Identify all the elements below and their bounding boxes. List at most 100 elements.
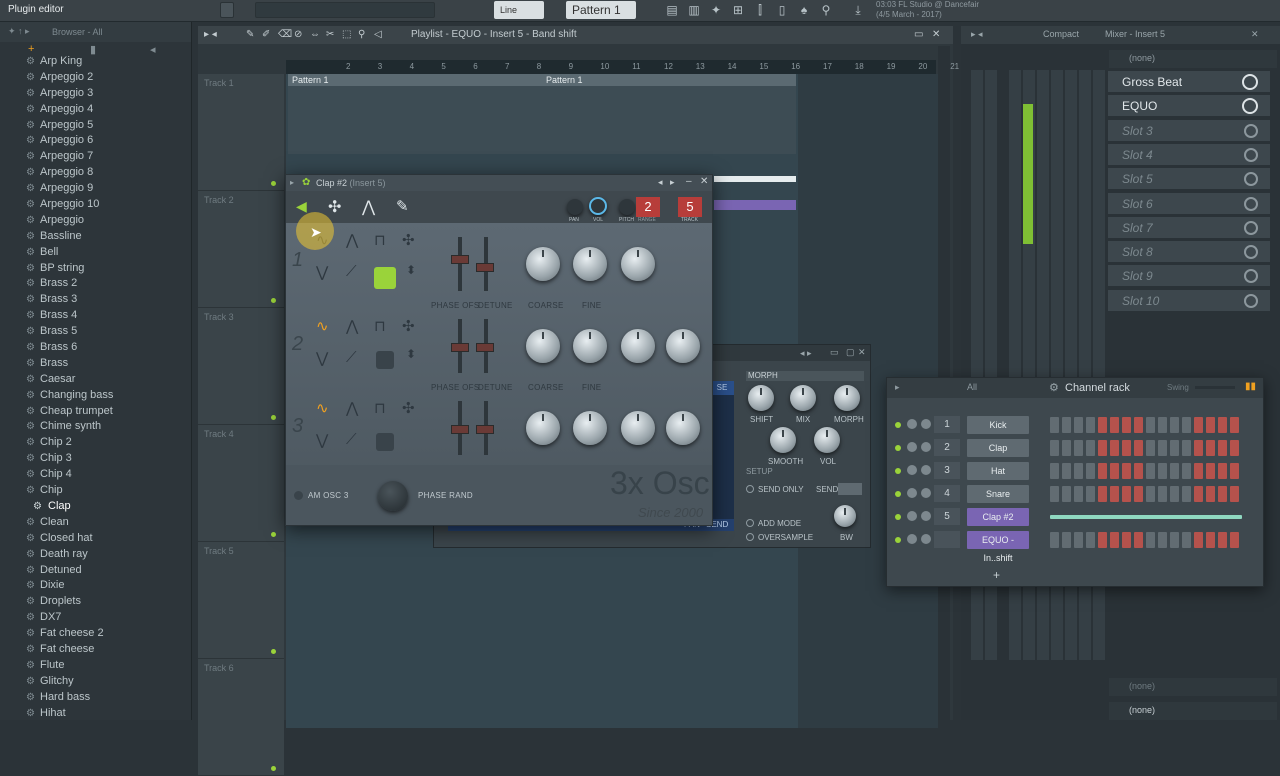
osc1-stepper-icon[interactable]: ⬍	[406, 263, 416, 277]
channel-mixer-track[interactable]: 1	[934, 416, 960, 433]
mixer-fx-slot[interactable]: Slot 9	[1108, 265, 1270, 288]
send-field[interactable]	[838, 483, 862, 495]
plugin-midi-icon[interactable]: ✣	[328, 197, 341, 217]
step-button[interactable]	[1146, 532, 1155, 548]
step-button[interactable]	[1218, 532, 1227, 548]
browser-item[interactable]: ⚙ Brass 5	[0, 324, 191, 340]
rsaw-wave-icon[interactable]: ⟋	[346, 263, 357, 280]
osc3-fine-knob[interactable]	[573, 411, 607, 445]
channel-row[interactable]: EQUO - In..shift	[887, 529, 1263, 563]
fx-slot-mix-knob[interactable]	[1244, 269, 1258, 284]
osc1-phase-handle[interactable]	[451, 255, 469, 264]
browser-nav-icon[interactable]: ✦ ↑ ▸	[8, 26, 30, 37]
add-channel-button[interactable]: +	[993, 568, 1000, 582]
browser-item[interactable]: ⚙ Clap	[0, 499, 191, 515]
step-button[interactable]	[1230, 532, 1239, 548]
step-button[interactable]	[1050, 532, 1059, 548]
step-button[interactable]	[1062, 463, 1071, 479]
step-button[interactable]	[1146, 463, 1155, 479]
step-button[interactable]	[1170, 463, 1179, 479]
rack-step-icon[interactable]: ▮▮	[1245, 381, 1256, 392]
step-button[interactable]	[1194, 463, 1203, 479]
osc2-pan-knob[interactable]	[621, 329, 655, 363]
fx-slot-mix-knob[interactable]	[1244, 245, 1258, 260]
osc2-stepper-icon[interactable]: ⬍	[406, 347, 416, 361]
plugin-close-icon[interactable]: ✕	[700, 176, 708, 187]
equo-minimize-icon[interactable]: ▭	[830, 347, 839, 358]
step-button[interactable]	[1134, 417, 1143, 433]
slip-tool-icon[interactable]: ⇔	[310, 29, 320, 40]
swing-slider[interactable]	[1195, 386, 1235, 389]
mixer-fx-slot[interactable]: Slot 5	[1108, 168, 1270, 191]
step-button[interactable]	[1074, 463, 1083, 479]
browser-item[interactable]: ⚙ Glitchy	[0, 674, 191, 690]
step-button[interactable]	[1194, 417, 1203, 433]
osc2-detune-handle[interactable]	[476, 343, 494, 352]
piano-roll-icon[interactable]: ▥	[686, 2, 702, 18]
browser-item[interactable]: ⚙ Chip	[0, 483, 191, 499]
pattern-select[interactable]: Pattern 1	[566, 1, 636, 19]
browser-item[interactable]: ⚙ Caesar	[0, 372, 191, 388]
step-button[interactable]	[1158, 417, 1167, 433]
browser-item[interactable]: ⚙ Closed hat	[0, 531, 191, 547]
browser-item[interactable]: ⚙ Arpeggio	[0, 213, 191, 229]
step-button[interactable]	[1062, 486, 1071, 502]
browser-item[interactable]: ⚙ Arp King	[0, 54, 191, 70]
step-button[interactable]	[1062, 440, 1071, 456]
delete-tool-icon[interactable]: ⌫	[278, 29, 292, 40]
zoom-tool-icon[interactable]: ⚲	[358, 29, 365, 40]
step-button[interactable]	[1170, 486, 1179, 502]
step-button[interactable]	[1182, 486, 1191, 502]
rsaw-wave-icon[interactable]: ⟋	[346, 431, 357, 448]
channel-pan-knob[interactable]	[907, 419, 917, 429]
track-mute-led[interactable]	[271, 415, 276, 420]
channel-pan-knob[interactable]	[907, 534, 917, 544]
fx-slot-mix-knob[interactable]	[1244, 147, 1258, 162]
step-button[interactable]	[1134, 486, 1143, 502]
mixer-fx-slot[interactable]: Slot 4	[1108, 143, 1270, 166]
step-button[interactable]	[1218, 417, 1227, 433]
plugin-arrow-icon[interactable]: ◀	[296, 198, 307, 215]
step-button[interactable]	[1086, 486, 1095, 502]
plugin-prev-icon[interactable]: ◂	[658, 177, 663, 188]
paint-tool-icon[interactable]: ✐	[262, 29, 270, 40]
download-icon[interactable]: ⤓	[850, 2, 866, 18]
browser-item[interactable]: ⚙ Dixie	[0, 578, 191, 594]
draw-tool-icon[interactable]: ✎	[246, 29, 254, 40]
mix-knob[interactable]	[790, 385, 816, 411]
track-header[interactable]: Track 1	[198, 74, 284, 191]
osc2-coarse-knob[interactable]	[526, 329, 560, 363]
step-button[interactable]	[1122, 532, 1131, 548]
step-button[interactable]	[1086, 440, 1095, 456]
browser-item[interactable]: ⚙ Brass 4	[0, 308, 191, 324]
step-button[interactable]	[1158, 486, 1167, 502]
channel-mute-led[interactable]	[895, 491, 901, 497]
mixer-fx-slot[interactable]: Slot 10	[1108, 289, 1270, 312]
browser-item[interactable]: ⚙ Detuned	[0, 563, 191, 579]
step-button[interactable]	[1194, 486, 1203, 502]
channel-vol-knob[interactable]	[921, 511, 931, 521]
square-wave-icon[interactable]: ⊓	[374, 231, 386, 249]
equo-close-icon[interactable]: ✕	[858, 347, 866, 358]
step-button[interactable]	[1086, 417, 1095, 433]
browser-item[interactable]: ⚙ Changing bass	[0, 388, 191, 404]
square-wave-icon[interactable]: ⊓	[374, 399, 386, 417]
channel-row[interactable]: 1 Kick	[887, 414, 1263, 437]
osc1-phase-fader[interactable]	[458, 237, 462, 291]
osc2-mix-knob[interactable]	[666, 329, 700, 363]
step-button[interactable]	[1146, 440, 1155, 456]
triangle-wave-icon[interactable]: ⋀	[346, 317, 358, 335]
mixer-fx-slot[interactable]: EQUO	[1108, 95, 1270, 118]
browser-item[interactable]: ⚙ Brass 3	[0, 292, 191, 308]
snap-select[interactable]: Line	[494, 1, 544, 19]
oversample-radio[interactable]	[746, 533, 754, 541]
master-pitch-slider[interactable]	[255, 2, 435, 18]
step-button[interactable]	[1098, 463, 1107, 479]
channel-mixer-track[interactable]	[934, 531, 960, 548]
osc1-detune-handle[interactable]	[476, 263, 494, 272]
step-button[interactable]	[1062, 417, 1071, 433]
step-button[interactable]	[1146, 486, 1155, 502]
step-button[interactable]	[1194, 532, 1203, 548]
mixer-fx-slot[interactable]: Slot 6	[1108, 192, 1270, 215]
plugin-envelope-icon[interactable]: ⋀	[362, 197, 375, 217]
